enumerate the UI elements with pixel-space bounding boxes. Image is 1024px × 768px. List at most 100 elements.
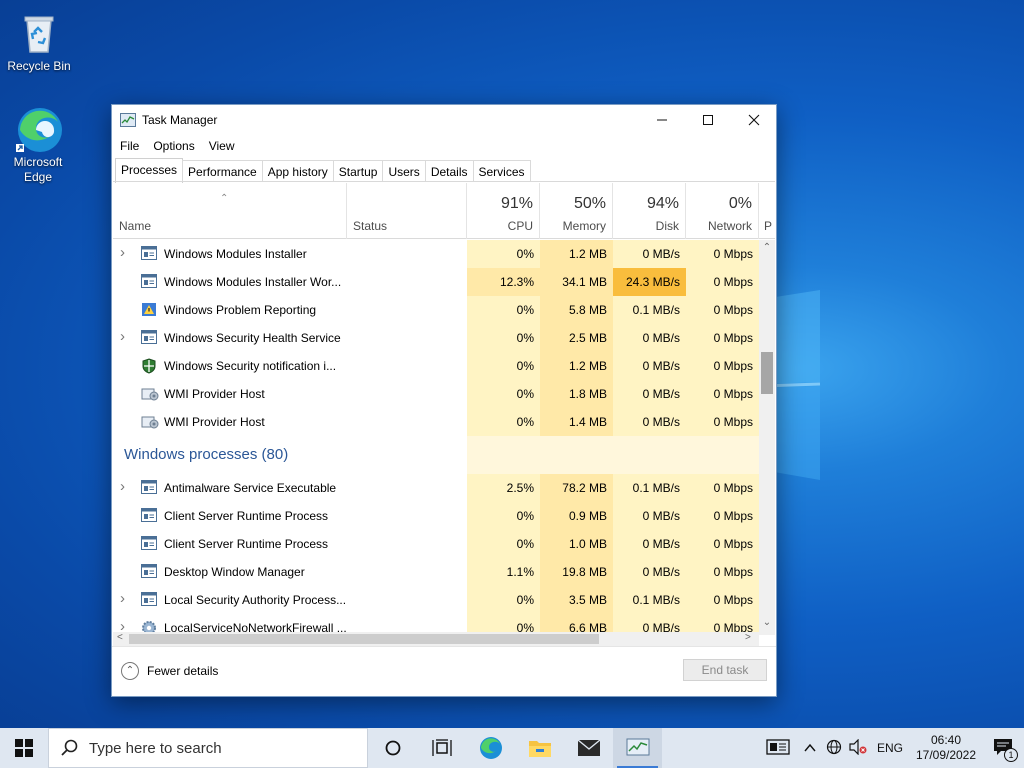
network-button[interactable] bbox=[822, 739, 846, 758]
tab-app-history[interactable]: App history bbox=[261, 160, 334, 182]
horizontal-scrollbar[interactable]: < > bbox=[113, 632, 759, 646]
process-cpu-cell: 0% bbox=[467, 324, 540, 352]
taskbar-edge-button[interactable] bbox=[466, 728, 515, 768]
column-header-network[interactable]: 0% Network bbox=[686, 183, 759, 239]
process-mem-cell: 34.1 MB bbox=[540, 268, 613, 296]
cortana-button[interactable] bbox=[368, 728, 417, 768]
task-view-button[interactable] bbox=[417, 728, 466, 768]
cortana-icon bbox=[385, 740, 400, 756]
process-row[interactable]: › Antimalware Service Executable 2.5% 78.2 … bbox=[113, 474, 759, 502]
expand-chevron-icon[interactable]: › bbox=[120, 478, 125, 495]
process-row[interactable]: › Local Security Authority Process... 0% 3.… bbox=[113, 586, 759, 614]
tab-performance[interactable]: Performance bbox=[182, 160, 263, 182]
news-widget-button[interactable] bbox=[758, 738, 798, 758]
process-disk-cell: 0 MB/s bbox=[613, 530, 686, 558]
service-icon bbox=[141, 330, 157, 344]
show-hidden-icons-button[interactable] bbox=[798, 740, 822, 756]
vertical-scroll-thumb[interactable] bbox=[761, 352, 773, 394]
process-net-cell: 0 Mbps bbox=[686, 474, 759, 502]
column-header-disk[interactable]: 94% Disk bbox=[613, 183, 686, 239]
column-header-name[interactable]: ⌃ Name bbox=[113, 183, 347, 239]
input-language-button[interactable]: ENG bbox=[870, 741, 910, 755]
tab-users[interactable]: Users bbox=[382, 160, 426, 182]
process-row[interactable]: Windows Security notification i... 0% 1.2 … bbox=[113, 352, 759, 380]
process-cpu-cell: 0% bbox=[467, 296, 540, 324]
menu-options[interactable]: Options bbox=[153, 139, 194, 153]
minimize-button[interactable] bbox=[639, 105, 685, 135]
column-header-cpu[interactable]: 91% CPU bbox=[467, 183, 540, 239]
service-icon bbox=[141, 564, 157, 578]
column-header-memory[interactable]: 50% Memory bbox=[540, 183, 613, 239]
desktop-icon-recycle-bin[interactable]: Recycle Bin bbox=[1, 8, 77, 73]
menu-view[interactable]: View bbox=[209, 139, 235, 153]
fewer-details-button[interactable]: ⌃ Fewer details bbox=[121, 662, 218, 680]
column-header-power[interactable]: P bbox=[759, 183, 775, 239]
process-row[interactable]: Client Server Runtime Process 0% 0.9 MB 0 M… bbox=[113, 502, 759, 530]
volume-button[interactable] bbox=[846, 738, 870, 758]
scroll-up-icon[interactable]: ⌃ bbox=[759, 242, 775, 253]
service-icon bbox=[141, 246, 157, 260]
process-row[interactable]: › Windows Security Health Service 0% 2.5 MB… bbox=[113, 324, 759, 352]
taskbar-search-box[interactable]: Type here to search bbox=[48, 728, 368, 768]
taskbar-task-manager-button[interactable] bbox=[613, 728, 662, 768]
process-name: Client Server Runtime Process bbox=[164, 537, 329, 551]
process-net-cell: 0 Mbps bbox=[686, 240, 759, 268]
column-label-cpu: CPU bbox=[507, 219, 533, 233]
scroll-right-icon[interactable]: > bbox=[745, 632, 751, 643]
process-row[interactable]: Client Server Runtime Process 0% 1.0 MB 0 M… bbox=[113, 530, 759, 558]
process-row[interactable]: WMI Provider Host 0% 1.8 MB 0 MB/s 0 Mbps bbox=[113, 380, 759, 408]
clock-button[interactable]: 06:40 17/09/2022 bbox=[910, 733, 982, 763]
windows-start-icon bbox=[15, 739, 33, 757]
group-header-row[interactable]: Windows processes (80) bbox=[113, 436, 759, 474]
scroll-down-icon[interactable]: ⌄ bbox=[759, 617, 775, 628]
notification-center-button[interactable]: 1 bbox=[982, 738, 1024, 762]
close-icon bbox=[748, 114, 760, 126]
process-disk-cell: 0 MB/s bbox=[613, 558, 686, 586]
expand-chevron-icon[interactable]: › bbox=[120, 590, 125, 607]
column-header-status[interactable]: Status bbox=[347, 183, 467, 239]
vertical-scrollbar[interactable]: ⌃ ⌄ bbox=[759, 240, 775, 635]
process-row[interactable]: Windows Problem Reporting 0% 5.8 MB 0.1 MB/… bbox=[113, 296, 759, 324]
process-row[interactable]: › Windows Modules Installer 0% 1.2 MB 0 MB/s… bbox=[113, 240, 759, 268]
chevron-up-icon bbox=[804, 743, 816, 752]
process-name: Client Server Runtime Process bbox=[164, 509, 329, 523]
column-header-row: ⌃ Name Status 91% CPU 50% Memory 94% Dis… bbox=[113, 183, 775, 239]
menu-file[interactable]: File bbox=[120, 139, 139, 153]
maximize-button[interactable] bbox=[685, 105, 731, 135]
desktop-icon-edge[interactable]: Microsoft Edge bbox=[0, 104, 76, 185]
process-mem-cell: 5.8 MB bbox=[540, 296, 613, 324]
expand-chevron-icon[interactable]: › bbox=[120, 328, 125, 345]
horizontal-scroll-thumb[interactable] bbox=[129, 634, 599, 644]
title-bar[interactable]: Task Manager bbox=[112, 105, 776, 135]
clock-date: 17/09/2022 bbox=[915, 748, 977, 762]
service-icon bbox=[141, 480, 157, 494]
process-disk-cell: 0.1 MB/s bbox=[613, 474, 686, 502]
memory-total: 50% bbox=[573, 195, 606, 212]
process-disk-cell: 0.1 MB/s bbox=[613, 586, 686, 614]
start-button[interactable] bbox=[0, 728, 48, 768]
close-button[interactable] bbox=[731, 105, 777, 135]
column-label-disk: Disk bbox=[655, 219, 679, 233]
process-rows: › Windows Modules Installer 0% 1.2 MB 0 MB/s… bbox=[113, 240, 759, 635]
process-row[interactable]: Desktop Window Manager 1.1% 19.8 MB 0 MB/s 0… bbox=[113, 558, 759, 586]
tab-details[interactable]: Details bbox=[424, 160, 474, 182]
process-row[interactable]: Windows Modules Installer Wor... 12.3% 34.… bbox=[113, 268, 759, 296]
process-row[interactable]: WMI Provider Host 0% 1.4 MB 0 MB/s 0 Mbps bbox=[113, 408, 759, 436]
tab-startup[interactable]: Startup bbox=[332, 160, 384, 182]
expand-chevron-icon[interactable]: › bbox=[120, 244, 125, 261]
process-net-cell: 0 Mbps bbox=[686, 324, 759, 352]
process-name: Local Security Authority Process... bbox=[164, 593, 347, 607]
tab-strip: Processes Performance App history Startu… bbox=[115, 158, 531, 183]
file-explorer-button[interactable] bbox=[515, 728, 564, 768]
desktop-icon-label: Recycle Bin bbox=[7, 59, 71, 73]
edge-icon bbox=[14, 104, 62, 152]
end-task-button[interactable]: End task bbox=[683, 659, 767, 681]
scroll-left-icon[interactable]: < bbox=[117, 632, 123, 643]
mail-button[interactable] bbox=[564, 728, 613, 768]
process-net-cell: 0 Mbps bbox=[686, 502, 759, 530]
tab-services[interactable]: Services bbox=[472, 160, 531, 182]
process-mem-cell: 1.2 MB bbox=[540, 352, 613, 380]
process-mem-cell: 3.5 MB bbox=[540, 586, 613, 614]
process-name: Windows Security notification i... bbox=[164, 359, 337, 373]
tab-processes[interactable]: Processes bbox=[115, 158, 184, 183]
